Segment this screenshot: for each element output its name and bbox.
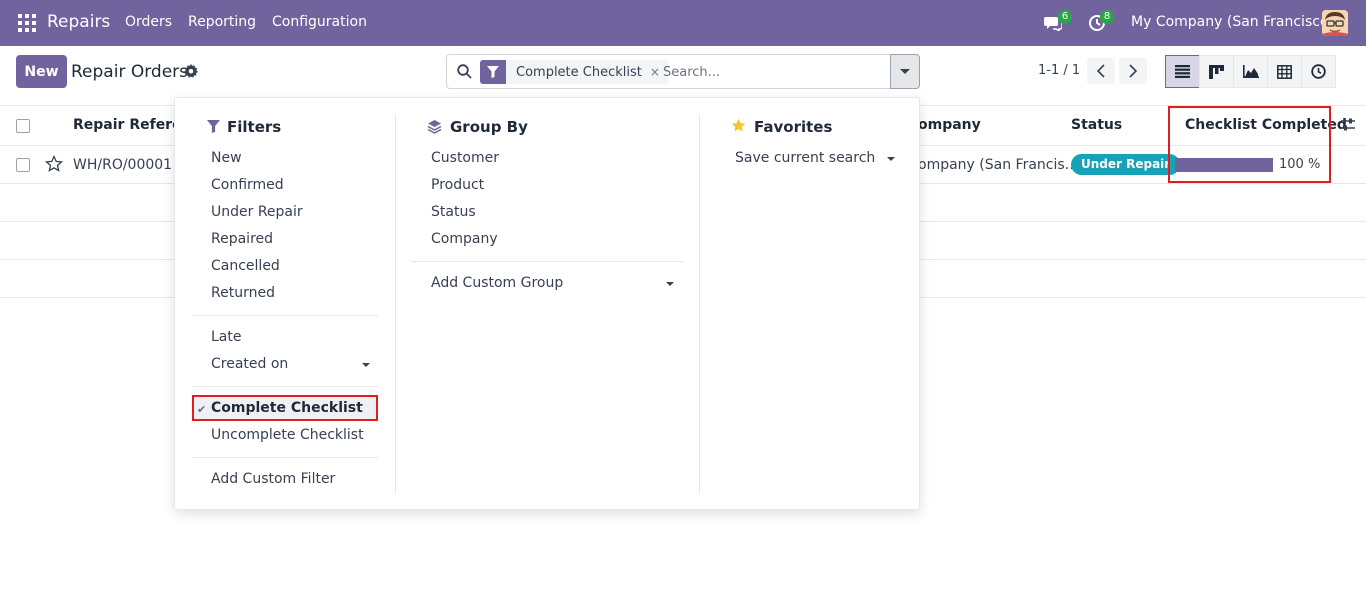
- pager-value[interactable]: 1-1 / 1: [1038, 63, 1080, 78]
- filter-new[interactable]: New: [211, 150, 242, 166]
- caret-down-icon[interactable]: [362, 363, 370, 367]
- optional-columns-icon[interactable]: [1340, 117, 1356, 133]
- column-divider: [395, 115, 396, 493]
- filter-confirmed[interactable]: Confirmed: [211, 177, 284, 193]
- area-chart-icon: [1242, 65, 1259, 78]
- cell-company: ompany (San Francis…: [918, 157, 1079, 173]
- filter-late[interactable]: Late: [211, 329, 241, 345]
- star-icon[interactable]: [45, 155, 63, 173]
- select-all-checkbox[interactable]: [16, 119, 30, 133]
- top-navbar: Repairs Orders Reporting Configuration 6…: [0, 0, 1366, 46]
- checkmark-icon: ✔: [197, 403, 207, 416]
- checklist-progress-label: 100 %: [1279, 157, 1321, 172]
- gear-icon[interactable]: [184, 64, 198, 78]
- menu-configuration[interactable]: Configuration: [272, 14, 367, 30]
- filter-cancelled[interactable]: Cancelled: [211, 258, 280, 274]
- divider: [192, 315, 378, 316]
- search-icon[interactable]: [457, 64, 472, 79]
- star-filled-icon: [731, 118, 746, 132]
- pivot-view-button[interactable]: [1267, 55, 1302, 88]
- caret-down-icon[interactable]: [887, 157, 895, 161]
- divider: [192, 386, 378, 387]
- favorites-title: Favorites: [754, 118, 833, 136]
- column-header-company[interactable]: ompany: [918, 117, 981, 133]
- groupby-customer[interactable]: Customer: [431, 150, 499, 166]
- menu-orders[interactable]: Orders: [125, 14, 172, 30]
- filter-complete-checklist[interactable]: Complete Checklist: [211, 400, 363, 416]
- app-brand[interactable]: Repairs: [47, 12, 110, 32]
- chevron-right-icon: [1129, 64, 1138, 78]
- cell-repair-reference: WH/RO/00001: [73, 157, 173, 173]
- row-checkbox[interactable]: [16, 158, 30, 172]
- view-switcher: [1165, 55, 1336, 88]
- search-bar: Complete Checklist ×: [446, 54, 920, 89]
- filter-icon: [207, 120, 220, 133]
- filter-icon: [480, 60, 506, 84]
- filter-repaired[interactable]: Repaired: [211, 231, 273, 247]
- search-facet-complete-checklist: Complete Checklist ×: [480, 60, 668, 84]
- kanban-view-icon: [1209, 64, 1224, 79]
- activity-view-button[interactable]: [1301, 55, 1336, 88]
- kanban-view-button[interactable]: [1199, 55, 1234, 88]
- filter-under-repair[interactable]: Under Repair: [211, 204, 303, 220]
- list-view-icon: [1175, 65, 1190, 78]
- menu-reporting[interactable]: Reporting: [188, 14, 256, 30]
- checklist-progress-fill: [1175, 158, 1273, 172]
- caret-down-icon[interactable]: [666, 282, 674, 286]
- filter-created-on[interactable]: Created on: [211, 356, 288, 372]
- column-divider: [699, 115, 700, 493]
- checklist-progress-bar: [1175, 158, 1273, 172]
- search-panel-toggle[interactable]: [890, 54, 920, 89]
- apps-menu-icon[interactable]: [18, 14, 36, 32]
- column-header-status[interactable]: Status: [1071, 117, 1122, 133]
- divider: [411, 261, 683, 262]
- chevron-left-icon: [1096, 64, 1105, 78]
- filter-returned[interactable]: Returned: [211, 285, 275, 301]
- filter-uncomplete-checklist[interactable]: Uncomplete Checklist: [211, 427, 364, 443]
- page-title[interactable]: Repair Orders: [71, 62, 188, 82]
- column-header-checklist-completed[interactable]: Checklist Completed: [1185, 117, 1347, 133]
- graph-view-button[interactable]: [1233, 55, 1268, 88]
- filters-title: Filters: [227, 118, 282, 136]
- new-button[interactable]: New: [16, 55, 67, 88]
- add-custom-group[interactable]: Add Custom Group: [431, 275, 563, 291]
- company-switcher[interactable]: My Company (San Francisco): [1131, 14, 1334, 30]
- pager-previous-button[interactable]: [1087, 58, 1115, 84]
- messages-count-badge: 6: [1058, 10, 1072, 24]
- list-view-button[interactable]: [1165, 55, 1200, 88]
- group-by-title: Group By: [450, 118, 528, 136]
- caret-down-icon: [900, 69, 910, 74]
- clock-icon: [1311, 64, 1326, 79]
- groupby-product[interactable]: Product: [431, 177, 484, 193]
- user-avatar[interactable]: [1322, 10, 1348, 36]
- pager-next-button[interactable]: [1119, 58, 1147, 84]
- save-current-search[interactable]: Save current search: [735, 150, 875, 166]
- search-input[interactable]: [663, 61, 883, 83]
- pivot-table-icon: [1277, 64, 1292, 79]
- activities-count-badge: 8: [1100, 10, 1114, 24]
- layers-icon: [427, 120, 442, 134]
- add-custom-filter[interactable]: Add Custom Filter: [211, 471, 335, 487]
- facet-label: Complete Checklist: [516, 64, 642, 80]
- search-panel-dropdown: Filters New Confirmed Under Repair Repai…: [174, 97, 920, 510]
- divider: [192, 457, 378, 458]
- groupby-status[interactable]: Status: [431, 204, 476, 220]
- groupby-company[interactable]: Company: [431, 231, 498, 247]
- status-badge: Under Repair: [1071, 154, 1181, 175]
